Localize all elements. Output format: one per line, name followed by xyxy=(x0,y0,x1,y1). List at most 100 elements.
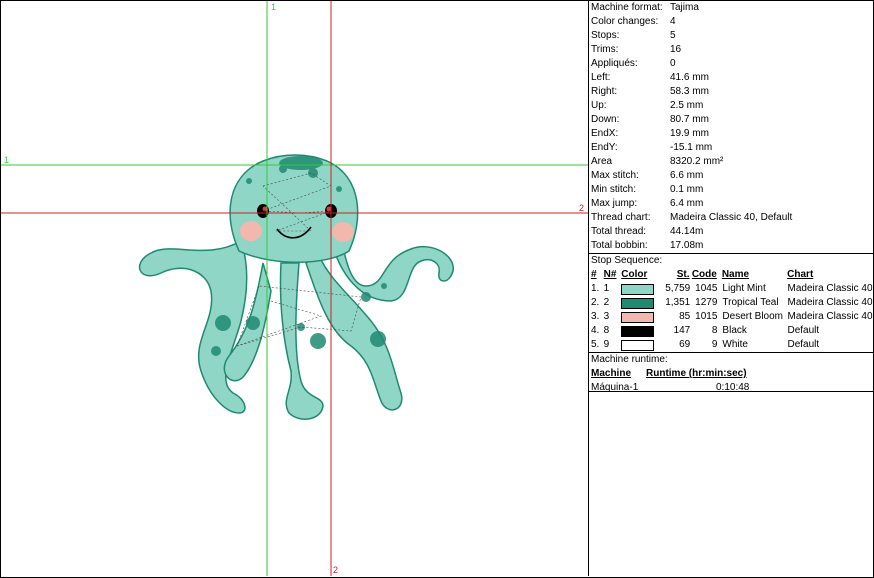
runtime-header: Machine Runtime (hr:min:sec) xyxy=(589,367,873,381)
runtime-section: Machine runtime: Machine Runtime (hr:min… xyxy=(589,353,873,395)
stat-label: EndX: xyxy=(591,128,619,139)
thread-chart: Default xyxy=(787,339,820,350)
stat-label: Min stitch: xyxy=(591,184,637,195)
header-name: Name xyxy=(721,269,750,280)
thread-code: 1015 xyxy=(695,311,718,322)
stop-sequence-row[interactable]: 3. 3 85 1015 Desert Bloom Madeira Classic 40 xyxy=(589,310,873,324)
stitch-count: 69 xyxy=(679,339,691,350)
stop-sequence-section: Stop Sequence: # N# Color St. Code Name … xyxy=(589,254,873,353)
stat-row: Down: 80.7 mm xyxy=(589,113,873,127)
needle-number: 2 xyxy=(603,297,610,308)
runtime-header-runtime: Runtime (hr:min:sec) xyxy=(646,368,747,379)
stat-label: Right: xyxy=(591,86,618,97)
row-number: 2. xyxy=(591,297,600,308)
runtime-row: Máquina-1 0:10:48 xyxy=(589,381,873,395)
stop-sequence-title: Stop Sequence: xyxy=(591,255,663,266)
header-color: Color xyxy=(621,269,648,280)
stat-label: Total bobbin: xyxy=(591,240,648,251)
thread-code: 1045 xyxy=(695,283,718,294)
stat-label: Down: xyxy=(591,114,620,125)
stat-value: -15.1 mm xyxy=(670,142,713,153)
stat-row: Right: 58.3 mm xyxy=(589,85,873,99)
info-panel: Machine format: Tajima Color changes: 4 Stop… xyxy=(589,1,873,576)
design-stats: Machine format: Tajima Color changes: 4 Stop… xyxy=(589,1,873,254)
thread-name: Black xyxy=(722,325,747,336)
thread-code: 8 xyxy=(711,325,718,336)
guide-label-h2: 2 xyxy=(579,203,585,213)
needle-number: 9 xyxy=(603,339,610,350)
stat-value: 44.14m xyxy=(670,226,704,237)
design-preview[interactable]: 1 1 2 2 xyxy=(1,1,589,576)
stitch-count: 1,351 xyxy=(665,297,691,308)
stat-row: Color changes: 4 xyxy=(589,15,873,29)
stitch-count: 5,759 xyxy=(665,283,691,294)
header-code: Code xyxy=(691,269,717,280)
stat-value: 41.6 mm xyxy=(670,72,709,83)
thread-chart: Default xyxy=(787,325,820,336)
stitch-count: 147 xyxy=(673,325,691,336)
stat-row: Up: 2.5 mm xyxy=(589,99,873,113)
stat-row: Total thread: 44.14m xyxy=(589,225,873,239)
stat-label: Area xyxy=(591,156,613,167)
stat-row: Appliqués: 0 xyxy=(589,57,873,71)
row-number: 1. xyxy=(591,283,600,294)
stat-label: Up: xyxy=(591,100,607,111)
needle-number: 8 xyxy=(603,325,610,336)
stat-row: Trims: 16 xyxy=(589,43,873,57)
stat-row: Max jump: 6.4 mm xyxy=(589,197,873,211)
stat-label: Max jump: xyxy=(591,198,638,209)
stop-sequence-row[interactable]: 2. 2 1,351 1279 Tropical Teal Madeira Classic… xyxy=(589,296,873,310)
octopus-head xyxy=(229,154,359,263)
stat-row: Total bobbin: 17.08m xyxy=(589,239,873,253)
needle-number: 3 xyxy=(603,311,610,322)
thread-code: 1279 xyxy=(695,297,718,308)
thread-code: 9 xyxy=(711,339,718,350)
stat-label: Color changes: xyxy=(591,16,659,27)
stat-value: 0.1 mm xyxy=(670,184,704,195)
stat-value: Tajima xyxy=(670,2,699,13)
stat-label: Machine format: xyxy=(591,2,663,13)
stat-row: Left: 41.6 mm xyxy=(589,71,873,85)
guide-label-v1: 1 xyxy=(271,2,277,12)
stat-label: Left: xyxy=(591,72,611,83)
stop-sequence-header: # N# Color St. Code Name Chart xyxy=(589,268,873,282)
color-swatch xyxy=(621,311,655,323)
stat-value: 19.9 mm xyxy=(670,128,709,139)
color-swatch xyxy=(621,283,655,295)
stat-value: 8320.2 mm² xyxy=(670,156,724,167)
color-swatch xyxy=(621,325,655,337)
stat-row: Stops: 5 xyxy=(589,29,873,43)
thread-name: White xyxy=(722,339,748,350)
stat-value: 80.7 mm xyxy=(670,114,709,125)
stat-row: Area 8320.2 mm² xyxy=(589,155,873,169)
stop-sequence-row[interactable]: 1. 1 5,759 1045 Light Mint Madeira Classic 40 xyxy=(589,282,873,296)
needle-number: 1 xyxy=(603,283,610,294)
stat-value: 6.4 mm xyxy=(670,198,704,209)
stop-sequence-row[interactable]: 4. 8 147 8 Black Default xyxy=(589,324,873,338)
stat-label: Trims: xyxy=(591,44,619,55)
stat-label: Max stitch: xyxy=(591,170,639,181)
stop-sequence-rows: 1. 1 5,759 1045 Light Mint Madeira Classic 40… xyxy=(589,282,873,352)
stop-sequence-row[interactable]: 5. 9 69 9 White Default xyxy=(589,338,873,352)
stat-row: Min stitch: 0.1 mm xyxy=(589,183,873,197)
left-cheek xyxy=(240,221,262,241)
runtime-rows: Máquina-1 0:10:48 xyxy=(589,381,873,395)
color-swatch xyxy=(621,339,655,351)
guide-label-v2: 2 xyxy=(333,565,339,575)
stat-value: Madeira Classic 40, Default xyxy=(670,212,793,223)
stat-value: 5 xyxy=(670,30,676,41)
stat-value: 2.5 mm xyxy=(670,100,704,111)
stat-row: Machine format: Tajima xyxy=(589,1,873,15)
stat-row: Thread chart: Madeira Classic 40, Default xyxy=(589,211,873,225)
stat-value: 0 xyxy=(670,58,676,69)
color-swatch xyxy=(621,297,655,309)
header-n: N# xyxy=(603,269,617,280)
thread-chart: Madeira Classic 40 xyxy=(787,297,873,308)
runtime-value: 0:10:48 xyxy=(716,382,750,393)
row-number: 3. xyxy=(591,311,600,322)
thread-name: Light Mint xyxy=(722,283,766,294)
runtime-header-machine: Machine xyxy=(591,368,632,379)
thread-chart: Madeira Classic 40 xyxy=(787,311,873,322)
stat-label: Thread chart: xyxy=(591,212,651,223)
stat-value: 4 xyxy=(670,16,676,27)
